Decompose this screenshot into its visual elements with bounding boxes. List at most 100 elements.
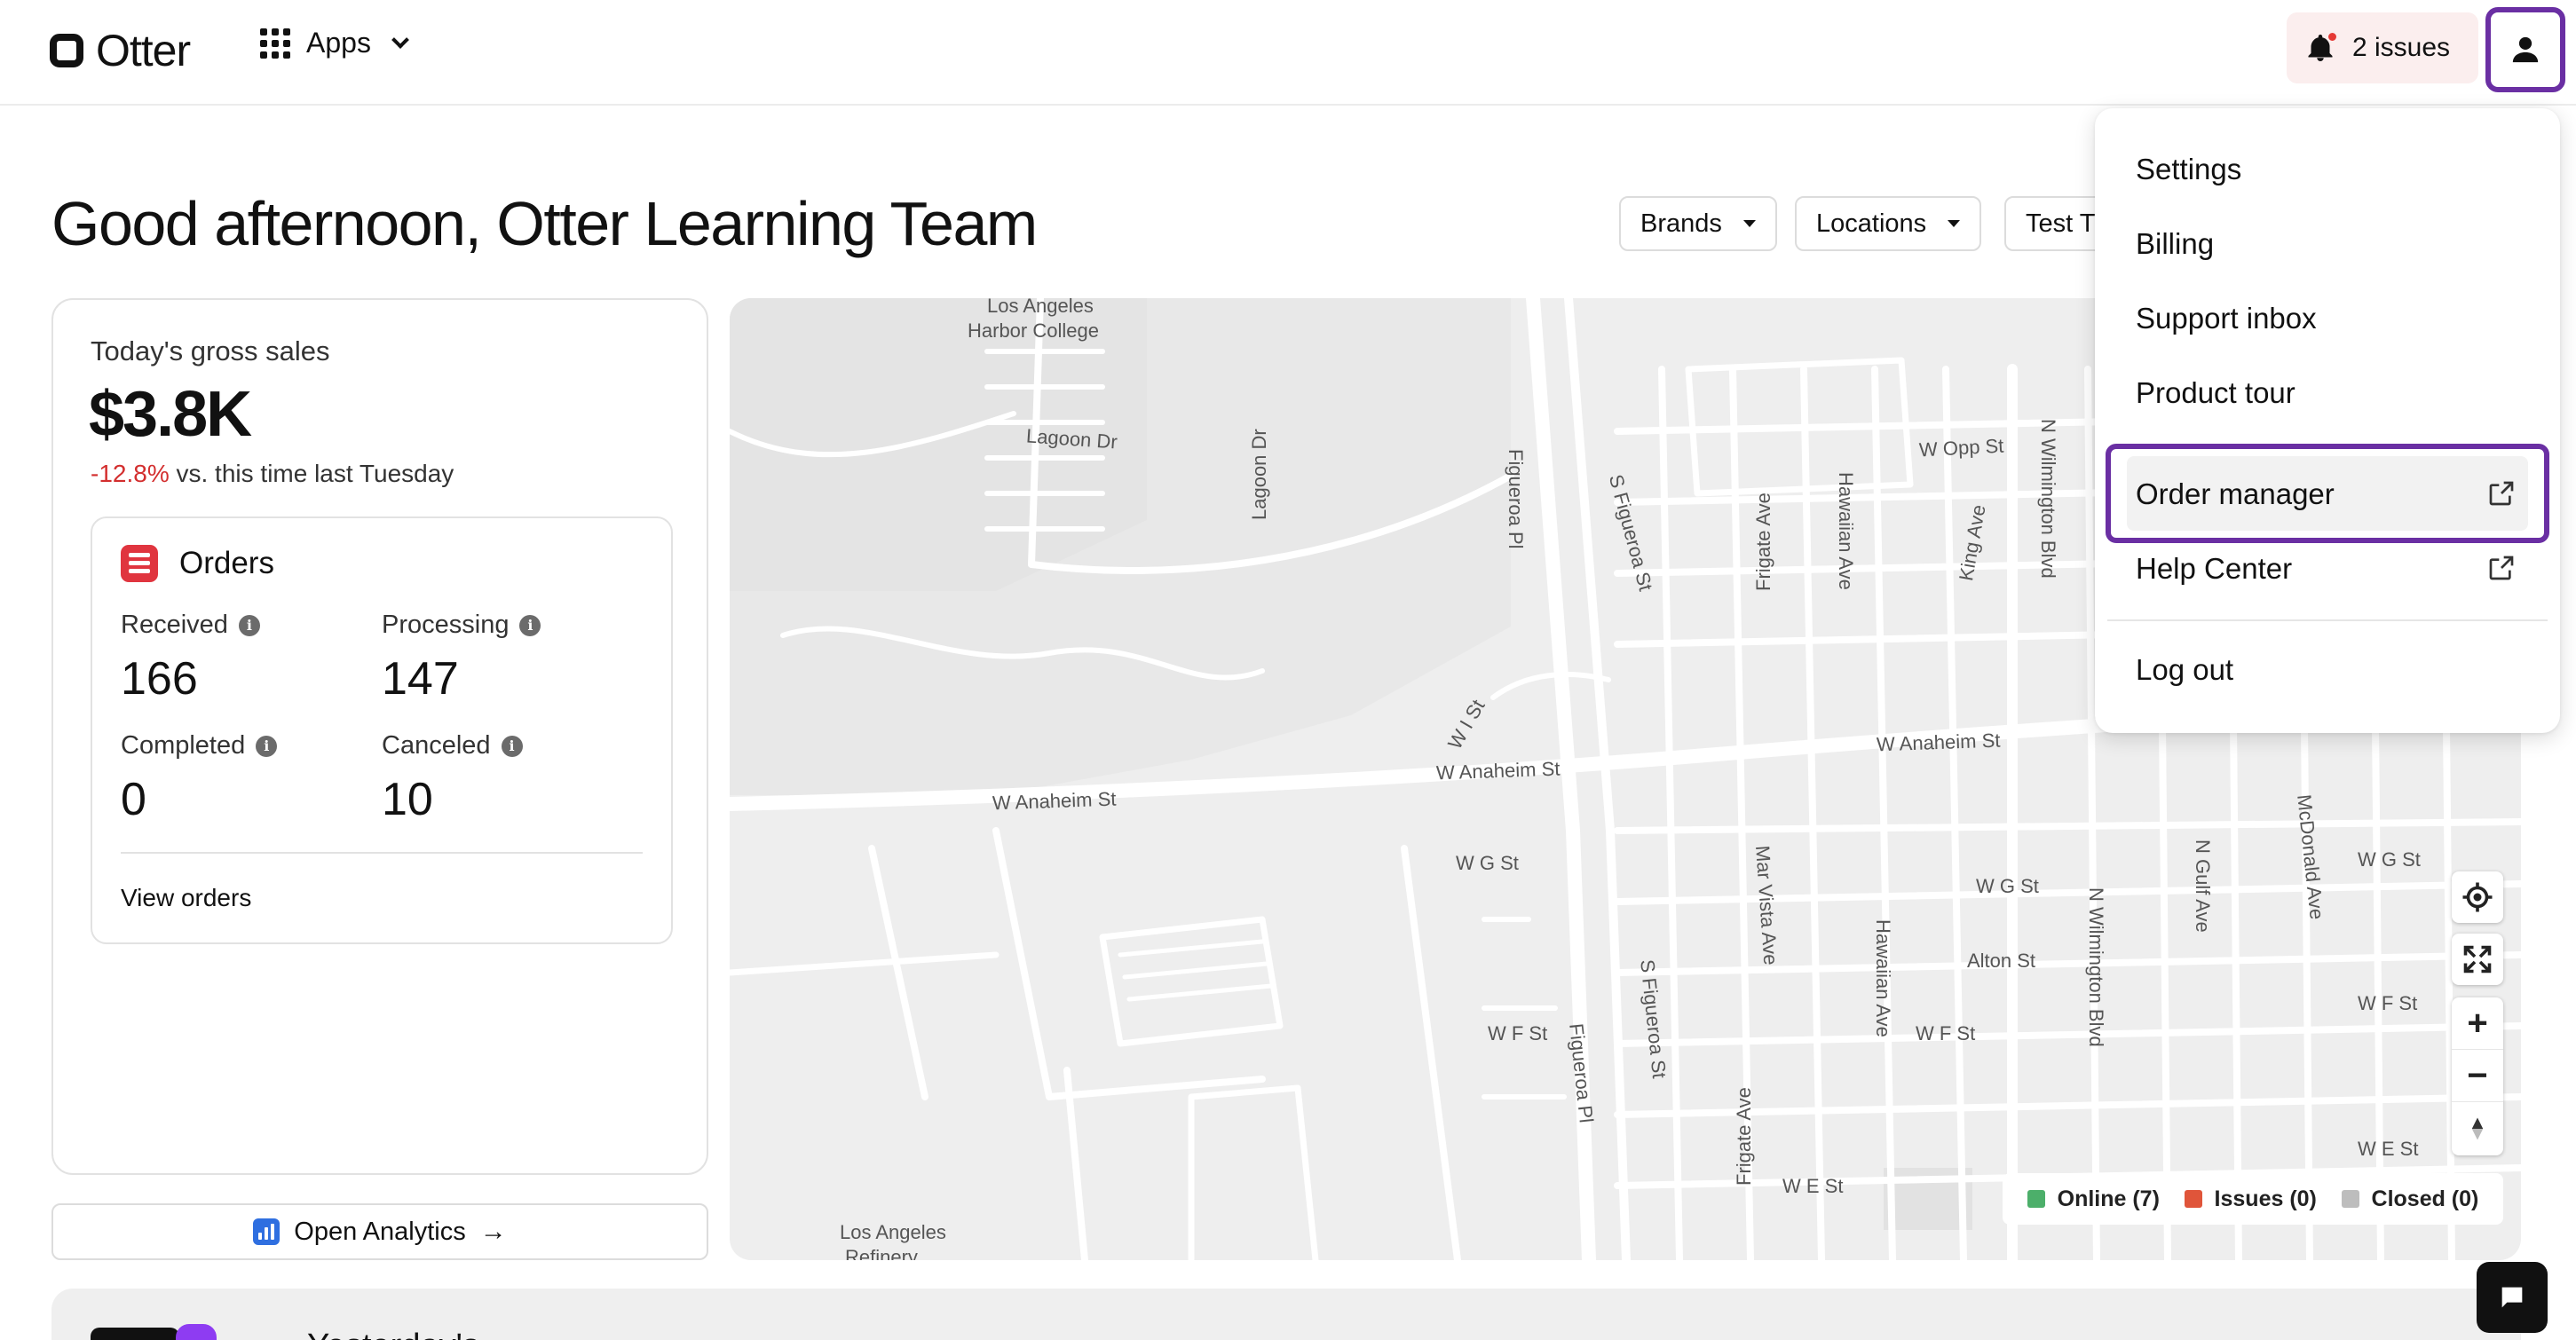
menu-item-log-out[interactable]: Log out xyxy=(2136,653,2233,687)
bell-icon xyxy=(2304,31,2338,65)
apps-label: Apps xyxy=(306,27,371,59)
orders-header: Orders xyxy=(121,545,274,582)
brands-filter-label: Brands xyxy=(1640,209,1722,238)
chevron-down-icon xyxy=(391,30,409,49)
external-link-icon xyxy=(2489,481,2514,506)
map-label: Frigate Ave xyxy=(1752,493,1774,591)
user-icon xyxy=(2512,36,2539,63)
fullscreen-button[interactable] xyxy=(2452,934,2503,985)
menu-item-support-inbox[interactable]: Support inbox xyxy=(2136,302,2317,335)
profile-button[interactable] xyxy=(2485,7,2565,92)
map-label: Figueroa Pl xyxy=(1505,449,1527,549)
logo-text: Otter xyxy=(96,26,191,75)
apps-grid-icon xyxy=(260,28,290,59)
info-icon[interactable]: i xyxy=(501,735,523,757)
legend-online: Online (7) xyxy=(2027,1186,2160,1212)
locations-filter-label: Locations xyxy=(1816,209,1927,238)
test-filter-label: Test T xyxy=(2026,209,2096,238)
map-label: W G St xyxy=(1456,852,1519,874)
sales-delta: -12.8% xyxy=(91,460,170,487)
legend-closed-label: Closed (0) xyxy=(2371,1186,2479,1211)
sales-card: Today's gross sales $3.8K -12.8% vs. thi… xyxy=(51,298,708,1175)
locations-filter[interactable]: Locations xyxy=(1795,196,1982,251)
closed-swatch xyxy=(2341,1190,2359,1208)
map-label: N Wilmington Blvd xyxy=(2037,419,2059,579)
menu-item-help-center[interactable]: Help Center xyxy=(2136,552,2292,586)
map-label: Hawaiian Ave xyxy=(1835,472,1857,590)
received-value: 166 xyxy=(121,653,198,705)
issues-button[interactable]: 2 issues xyxy=(2287,12,2478,83)
completed-value: 0 xyxy=(121,774,146,825)
map-label: N Wilmington Blvd xyxy=(2085,887,2107,1047)
external-link-icon xyxy=(2489,556,2514,580)
menu-item-settings[interactable]: Settings xyxy=(2136,153,2241,186)
otter-logo[interactable]: Otter xyxy=(50,25,191,76)
received-metric: Received i 166 xyxy=(121,611,260,705)
processing-value: 147 xyxy=(382,653,459,705)
chat-button[interactable] xyxy=(2477,1262,2548,1333)
map-label: Los Angeles xyxy=(987,298,1094,317)
view-orders-link[interactable]: View orders xyxy=(121,884,251,912)
menu-item-product-tour[interactable]: Product tour xyxy=(2136,376,2295,410)
zoom-in-button[interactable]: + xyxy=(2452,997,2503,1050)
menu-item-order-manager[interactable]: Order manager xyxy=(2136,477,2335,511)
divider xyxy=(121,852,643,854)
notification-dot xyxy=(2327,31,2338,43)
canceled-label: Canceled xyxy=(382,731,491,760)
sales-comparison: -12.8% vs. this time last Tuesday xyxy=(91,460,454,488)
map-label: W Anaheim St xyxy=(992,787,1117,815)
map-label: W F St xyxy=(1488,1022,1548,1044)
processing-metric: Processing i 147 xyxy=(382,611,541,705)
issues-label: 2 issues xyxy=(2352,33,2451,62)
orders-card: Orders Received i 166 Processing i 147 Com… xyxy=(91,516,673,944)
received-label: Received xyxy=(121,611,228,639)
top-bar: Otter Apps 2 issues xyxy=(0,0,2576,106)
gross-sales-value: $3.8K xyxy=(89,379,252,450)
legend-issues: Issues (0) xyxy=(2184,1186,2317,1212)
expand-icon xyxy=(2463,945,2492,973)
otter-logo-icon xyxy=(50,34,83,67)
page-title: Good afternoon, Otter Learning Team xyxy=(51,189,1038,258)
compass-button[interactable] xyxy=(2452,1102,2503,1155)
orders-icon xyxy=(121,545,158,582)
locate-me-button[interactable] xyxy=(2452,871,2503,923)
sales-delta-suffix: vs. this time last Tuesday xyxy=(176,460,454,487)
map-label: W Opp St xyxy=(1918,434,2004,461)
analytics-icon xyxy=(253,1218,281,1245)
chat-icon xyxy=(2501,1287,2523,1308)
map-label: Alton St xyxy=(1967,950,2036,972)
map-label: Los Angeles xyxy=(840,1221,946,1243)
map-label: Refinery xyxy=(845,1246,918,1260)
canceled-value: 10 xyxy=(382,774,433,825)
info-icon[interactable]: i xyxy=(256,735,278,757)
map-label: W F St xyxy=(1916,1022,1976,1044)
legend-issues-label: Issues (0) xyxy=(2214,1186,2317,1211)
map-label: W E St xyxy=(1782,1175,1844,1197)
map-label: W G St xyxy=(2358,848,2421,871)
heart-icon xyxy=(176,1324,217,1340)
open-analytics-label: Open Analytics xyxy=(294,1217,466,1246)
arrow-right-icon: → xyxy=(479,1217,507,1246)
zoom-controls: + − xyxy=(2452,997,2503,1155)
map-label: N Gulf Ave xyxy=(2192,839,2214,933)
open-analytics-button[interactable]: Open Analytics → xyxy=(51,1203,708,1260)
brands-filter[interactable]: Brands xyxy=(1619,196,1777,251)
menu-item-billing[interactable]: Billing xyxy=(2136,227,2214,261)
info-icon[interactable]: i xyxy=(238,614,260,636)
processing-label: Processing xyxy=(382,611,510,639)
completed-metric: Completed i 0 xyxy=(121,731,278,826)
info-icon[interactable]: i xyxy=(519,614,541,636)
apps-menu-button[interactable]: Apps xyxy=(260,27,409,59)
yesterday-title: Yesterday's xyxy=(307,1328,479,1340)
compass-icon xyxy=(2471,1117,2484,1139)
crosshair-icon xyxy=(2462,882,2493,912)
map-label: Harbor College xyxy=(968,319,1099,342)
map-label: Frigate Ave xyxy=(1733,1087,1755,1186)
caret-down-icon xyxy=(1948,220,1961,227)
caret-down-icon xyxy=(1742,220,1756,227)
map-label: W Anaheim St xyxy=(1435,757,1561,784)
issues-swatch xyxy=(2184,1190,2202,1208)
legend-online-label: Online (7) xyxy=(2057,1186,2160,1211)
zoom-out-button[interactable]: − xyxy=(2452,1050,2503,1102)
map-label: Lagoon Dr xyxy=(1248,429,1270,520)
